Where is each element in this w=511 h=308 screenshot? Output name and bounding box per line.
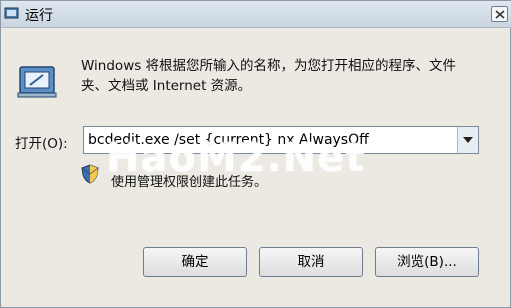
history-dropdown-button[interactable] — [457, 127, 478, 153]
title-bar[interactable]: 运行 — [1, 1, 511, 28]
run-dialog-icon — [4, 5, 20, 21]
chevron-down-icon — [463, 137, 473, 143]
ok-button[interactable]: 确定 — [143, 247, 247, 277]
close-icon — [495, 10, 505, 19]
command-input[interactable]: bcdedit.exe /set {current} nx AlwaysOff — [83, 126, 479, 154]
open-label: 打开(O): — [15, 136, 68, 152]
close-button[interactable] — [491, 6, 508, 22]
run-program-icon — [17, 61, 59, 99]
run-dialog: 运行 Windows 将根据您所输入的名称，为您打开相应的程序、文件夹、文档或 … — [0, 0, 511, 308]
browse-button[interactable]: 浏览(B)... — [375, 247, 479, 277]
run-description: Windows 将根据您所输入的名称，为您打开相应的程序、文件夹、文档或 Int… — [81, 58, 457, 94]
command-input-value: bcdedit.exe /set {current} nx AlwaysOff — [88, 132, 369, 148]
cancel-button[interactable]: 取消 — [259, 247, 363, 277]
window-title: 运行 — [25, 8, 53, 24]
admin-privilege-note: 使用管理权限创建此任务。 — [111, 175, 268, 190]
uac-shield-icon — [81, 164, 99, 184]
